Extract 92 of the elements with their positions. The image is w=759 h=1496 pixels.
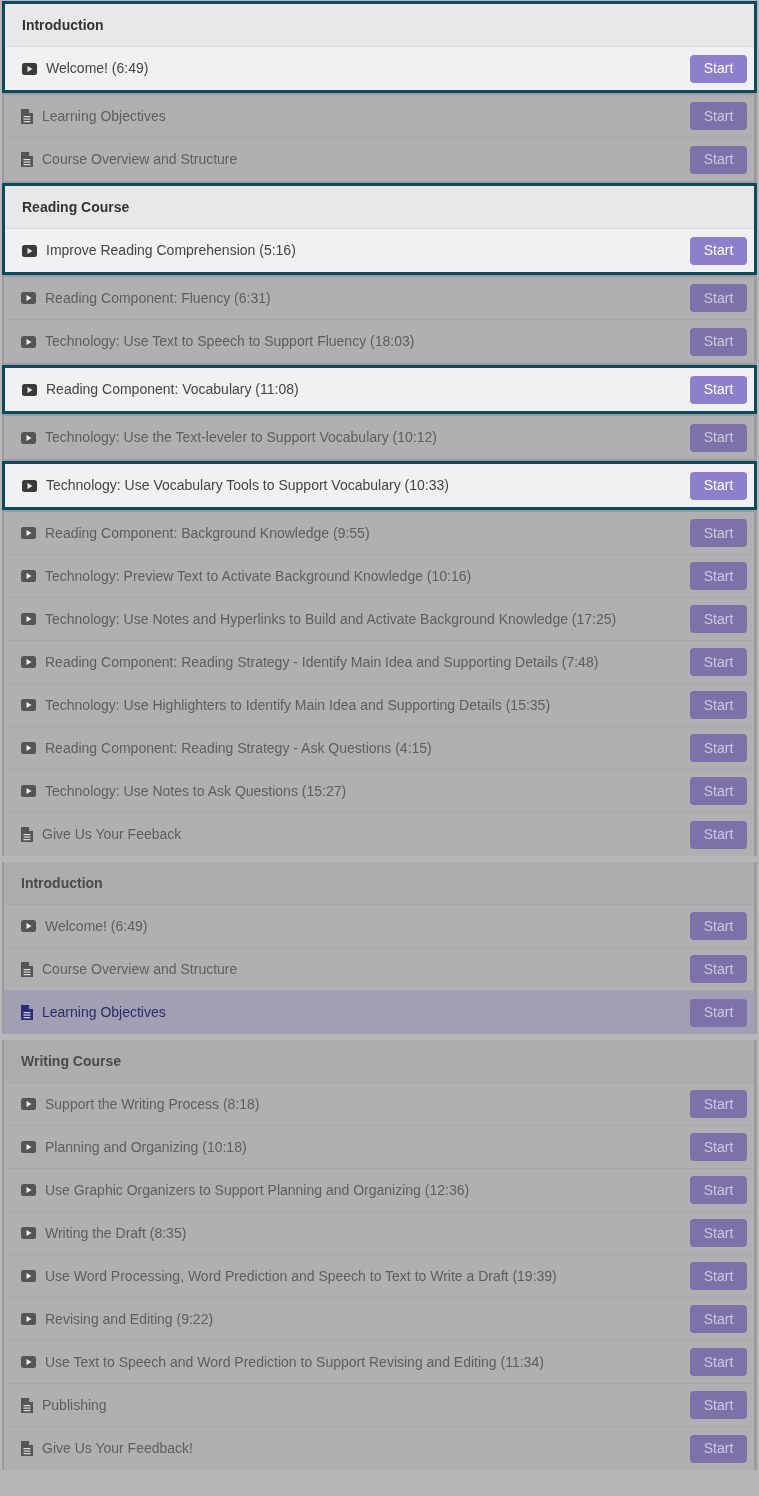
start-button[interactable]: Start: [690, 327, 747, 356]
start-button[interactable]: Start: [690, 1090, 747, 1118]
lesson-title: Technology: Use Notes to Ask Questions (15:27): [45, 781, 348, 801]
lesson-title: Course Overview and Structure: [42, 150, 239, 169]
video-icon: [21, 1141, 36, 1153]
lesson-title: Improve Reading Comprehension (5:16): [46, 241, 297, 260]
lesson-title: Support the Writing Process (8:18): [45, 1094, 261, 1114]
lesson-title: Writing the Draft (8:35): [45, 1223, 188, 1243]
lesson-title: Give Us Your Feeback: [42, 825, 183, 844]
video-icon: [21, 742, 36, 754]
video-icon: [21, 785, 36, 797]
start-button[interactable]: Start: [690, 955, 747, 983]
lesson-title: Learning Objectives: [42, 1003, 167, 1022]
video-icon: [22, 383, 37, 396]
start-button[interactable]: Start: [690, 605, 747, 633]
lesson-title: Use Graphic Organizers to Support Planning and Organizing (12:36): [45, 1180, 471, 1200]
lesson-title: Technology: Use Vocabulary Tools to Support Vocabulary (10:33): [46, 476, 450, 495]
start-button[interactable]: Start: [690, 471, 747, 500]
video-icon: [21, 920, 36, 932]
start-button[interactable]: Start: [690, 519, 747, 547]
lesson-title: Technology: Use Notes and Hyperlinks to Build and Activate Background Knowledge (17:25): [45, 609, 618, 629]
video-icon: [21, 1356, 36, 1368]
section-heading: Writing Course: [21, 1051, 122, 1071]
video-icon: [21, 335, 36, 348]
video-icon: [21, 1184, 36, 1196]
lesson-title: Welcome! (6:49): [45, 916, 149, 936]
lesson-title: Reading Component: Vocabulary (11:08): [46, 380, 300, 399]
lesson-title: Reading Component: Reading Strategy - Ask Questions (4:15): [45, 738, 433, 758]
video-icon: [21, 1270, 36, 1282]
document-icon: [21, 108, 33, 124]
document-icon: [21, 1441, 33, 1456]
lesson-title: Technology: Use Highlighters to Identify Main Idea and Supporting Details (15:35): [45, 695, 552, 715]
video-icon: [21, 699, 36, 711]
lesson-title: Reading Component: Background Knowledge (9:55): [45, 523, 371, 543]
start-button[interactable]: Start: [690, 102, 747, 130]
start-button[interactable]: Start: [690, 1434, 747, 1463]
lesson-title: Give Us Your Feedback!: [42, 1439, 194, 1458]
video-icon: [21, 292, 36, 304]
video-icon: [21, 1313, 36, 1325]
start-button[interactable]: Start: [690, 1348, 747, 1376]
lesson-title: Publishing: [42, 1395, 108, 1415]
lesson-title: Learning Objectives: [42, 106, 167, 126]
lesson-title: Use Text to Speech and Word Prediction to Support Revising and Editing (11:34): [45, 1352, 545, 1372]
start-button[interactable]: Start: [690, 423, 747, 452]
start-button[interactable]: Start: [690, 1176, 747, 1204]
start-button[interactable]: Start: [690, 1391, 747, 1419]
document-icon: [21, 961, 33, 977]
lesson-title: Planning and Organizing (10:18): [45, 1137, 248, 1157]
lesson-title: Technology: Use Text to Speech to Support Fluency (18:03): [45, 332, 416, 351]
document-icon: [21, 1005, 33, 1020]
video-icon: [21, 1227, 36, 1239]
lesson-title: Technology: Preview Text to Activate Background Knowledge (10:16): [45, 566, 473, 586]
video-icon: [21, 656, 36, 668]
start-button[interactable]: Start: [690, 998, 747, 1027]
start-button[interactable]: Start: [690, 562, 747, 590]
start-button[interactable]: Start: [690, 734, 747, 762]
lesson-title: Reading Component: Reading Strategy - Identify Main Idea and Supporting Details (7:48): [45, 652, 600, 672]
video-icon: [21, 431, 36, 444]
lesson-title: Use Word Processing, Word Prediction and Speech to Text to Write a Draft (19:39): [45, 1266, 558, 1286]
start-button[interactable]: Start: [690, 375, 747, 404]
start-button[interactable]: Start: [690, 236, 747, 265]
lesson-title: Course Overview and Structure: [42, 959, 239, 979]
video-icon: [21, 613, 36, 625]
video-icon: [22, 62, 37, 75]
start-button[interactable]: Start: [690, 145, 747, 174]
start-button[interactable]: Start: [690, 1133, 747, 1161]
section-heading: Reading Course: [22, 197, 130, 217]
document-icon: [21, 827, 33, 842]
video-icon: [22, 479, 37, 492]
lesson-title: Welcome! (6:49): [46, 59, 150, 78]
start-button[interactable]: Start: [690, 691, 747, 719]
lesson-title: Technology: Use the Text-leveler to Support Vocabulary (10:12): [45, 428, 438, 447]
document-icon: [21, 1397, 33, 1413]
lesson-title: Reading Component: Fluency (6:31): [45, 288, 272, 308]
start-button[interactable]: Start: [690, 1262, 747, 1290]
lesson-title: Revising and Editing (9:22): [45, 1309, 215, 1329]
video-icon: [21, 1098, 36, 1110]
video-icon: [22, 244, 37, 257]
start-button[interactable]: Start: [690, 912, 747, 940]
lesson-row[interactable]: Learning Objectives Start: [4, 991, 754, 1034]
document-icon: [21, 152, 33, 167]
video-icon: [21, 570, 36, 582]
section-heading: Introduction: [21, 873, 103, 893]
start-button[interactable]: Start: [690, 777, 747, 805]
start-button[interactable]: Start: [690, 54, 747, 83]
start-button[interactable]: Start: [690, 820, 747, 849]
start-button[interactable]: Start: [690, 648, 747, 676]
video-icon: [21, 527, 36, 539]
section-heading: Introduction: [22, 15, 104, 35]
start-button[interactable]: Start: [690, 1305, 747, 1333]
start-button[interactable]: Start: [690, 284, 747, 312]
start-button[interactable]: Start: [690, 1219, 747, 1247]
